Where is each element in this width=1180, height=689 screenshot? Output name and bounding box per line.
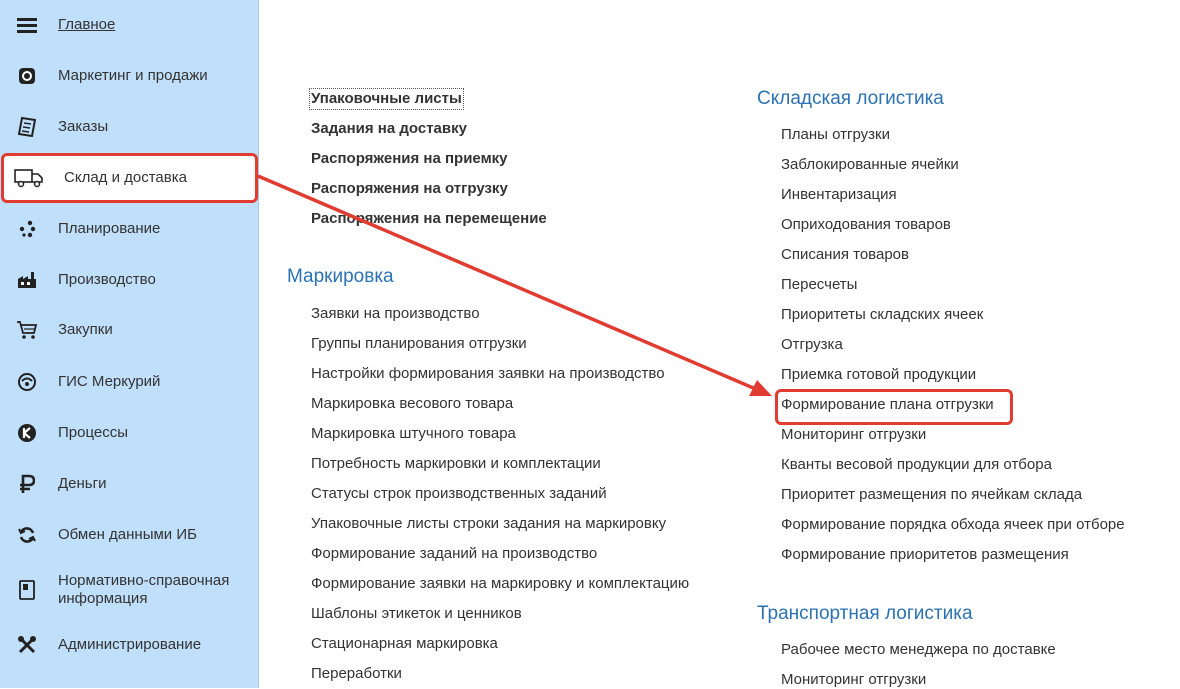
section-title-transport-logistics: Транспортная логистика bbox=[757, 603, 973, 624]
sidebar-item-label: Заказы bbox=[58, 118, 109, 135]
sidebar-item-label: Главное bbox=[58, 16, 116, 33]
sidebar-item-label: Маркетинг и продажи bbox=[58, 67, 208, 84]
link-warehouse-logistics[interactable]: Приемка готовой продукции bbox=[781, 366, 976, 384]
link-warehouse-logistics[interactable]: Отгрузка bbox=[781, 336, 843, 354]
link-marking[interactable]: Заявки на производство bbox=[311, 305, 480, 323]
sidebar-item-money[interactable]: Деньги bbox=[0, 472, 259, 496]
sidebar-item-purchases[interactable]: Закупки bbox=[0, 318, 259, 342]
factory-icon bbox=[16, 269, 38, 291]
sidebar-item-label: Закупки bbox=[58, 321, 113, 338]
link-marking[interactable]: Формирование заданий на производство bbox=[311, 545, 597, 563]
link-shipment-orders[interactable]: Распоряжения на отгрузку bbox=[311, 180, 508, 198]
link-warehouse-logistics[interactable]: Пересчеты bbox=[781, 276, 857, 294]
link-marking[interactable]: Маркировка штучного товара bbox=[311, 425, 516, 443]
sidebar: Главное Маркетинг и продажи Заказы Склад… bbox=[0, 0, 259, 688]
sidebar-item-label: ГИС Меркурий bbox=[58, 373, 161, 390]
sidebar-item-orders[interactable]: Заказы bbox=[0, 115, 259, 139]
orders-icon bbox=[16, 116, 38, 138]
link-marking[interactable]: Группы планирования отгрузки bbox=[311, 335, 527, 353]
link-warehouse-logistics[interactable]: Заблокированные ячейки bbox=[781, 156, 959, 174]
marketing-icon bbox=[16, 65, 38, 87]
sidebar-item-administration[interactable]: Администрирование bbox=[0, 633, 259, 657]
sidebar-item-processes[interactable]: Процессы bbox=[0, 421, 259, 445]
tools-icon bbox=[16, 634, 38, 656]
link-marking[interactable]: Упаковочные листы строки задания на марк… bbox=[311, 515, 666, 533]
sidebar-item-production[interactable]: Производство bbox=[0, 268, 259, 292]
sidebar-item-reference-info[interactable]: Нормативно-справочная информация bbox=[0, 572, 259, 608]
sync-icon bbox=[16, 524, 38, 546]
link-warehouse-logistics[interactable]: Кванты весовой продукции для отбора bbox=[781, 456, 1052, 474]
sidebar-item-marketing[interactable]: Маркетинг и продажи bbox=[0, 64, 259, 88]
sidebar-item-label: Склад и доставка bbox=[64, 169, 187, 186]
ruble-icon bbox=[16, 473, 38, 495]
planning-icon bbox=[16, 218, 38, 240]
link-warehouse-logistics[interactable]: Инвентаризация bbox=[781, 186, 897, 204]
section-title-warehouse-logistics: Складская логистика bbox=[757, 88, 944, 109]
book-icon bbox=[16, 579, 38, 601]
link-warehouse-logistics[interactable]: Планы отгрузки bbox=[781, 126, 890, 144]
sidebar-item-label: Планирование bbox=[58, 220, 161, 237]
link-warehouse-logistics[interactable]: Приоритеты складских ячеек bbox=[781, 306, 983, 324]
highlight-box bbox=[775, 389, 1013, 425]
sidebar-item-label: Нормативно-справочная информация bbox=[58, 572, 230, 607]
link-marking[interactable]: Формирование заявки на маркировку и комп… bbox=[311, 575, 689, 593]
link-warehouse-logistics[interactable]: Мониторинг отгрузки bbox=[781, 426, 926, 444]
truck-icon bbox=[14, 167, 44, 189]
processes-icon bbox=[16, 422, 38, 444]
link-warehouse-logistics[interactable]: Списания товаров bbox=[781, 246, 909, 264]
cart-icon bbox=[16, 319, 38, 341]
link-warehouse-logistics[interactable]: Оприходования товаров bbox=[781, 216, 951, 234]
link-warehouse-logistics[interactable]: Формирование порядка обхода ячеек при от… bbox=[781, 516, 1125, 534]
section-title-marking: Маркировка bbox=[287, 266, 394, 287]
sidebar-item-label: Обмен данными ИБ bbox=[58, 526, 197, 543]
link-marking[interactable]: Шаблоны этикеток и ценников bbox=[311, 605, 522, 623]
link-marking[interactable]: Переработки bbox=[311, 665, 402, 683]
link-transfer-orders[interactable]: Распоряжения на перемещение bbox=[311, 210, 547, 228]
menu-icon bbox=[16, 14, 38, 36]
link-marking[interactable]: Стационарная маркировка bbox=[311, 635, 498, 653]
sidebar-item-planning[interactable]: Планирование bbox=[0, 217, 259, 241]
sidebar-item-data-exchange[interactable]: Обмен данными ИБ bbox=[0, 523, 259, 547]
link-receipt-orders[interactable]: Распоряжения на приемку bbox=[311, 150, 508, 168]
link-delivery-tasks[interactable]: Задания на доставку bbox=[311, 120, 467, 138]
mercury-icon bbox=[16, 371, 38, 393]
link-marking[interactable]: Маркировка весового товара bbox=[311, 395, 513, 413]
link-packing-lists[interactable]: Упаковочные листы bbox=[309, 88, 464, 110]
link-transport-logistics[interactable]: Мониторинг отгрузки bbox=[781, 671, 926, 689]
sidebar-item-label: Производство bbox=[58, 271, 156, 288]
link-warehouse-logistics[interactable]: Приоритет размещения по ячейкам склада bbox=[781, 486, 1082, 504]
sidebar-item-label: Деньги bbox=[58, 475, 107, 492]
sidebar-item-label: Процессы bbox=[58, 424, 129, 441]
sidebar-item-warehouse[interactable]: Склад и доставка bbox=[1, 153, 258, 203]
link-marking[interactable]: Потребность маркировки и комплектации bbox=[311, 455, 601, 473]
sidebar-item-mercury[interactable]: ГИС Меркурий bbox=[0, 370, 259, 394]
link-marking[interactable]: Статусы строк производственных заданий bbox=[311, 485, 607, 503]
link-warehouse-logistics[interactable]: Формирование приоритетов размещения bbox=[781, 546, 1069, 564]
link-marking[interactable]: Настройки формирования заявки на произво… bbox=[311, 365, 665, 383]
link-transport-logistics[interactable]: Рабочее место менеджера по доставке bbox=[781, 641, 1056, 659]
sidebar-item-main[interactable]: Главное bbox=[0, 13, 259, 37]
sidebar-item-label: Администрирование bbox=[58, 636, 202, 653]
